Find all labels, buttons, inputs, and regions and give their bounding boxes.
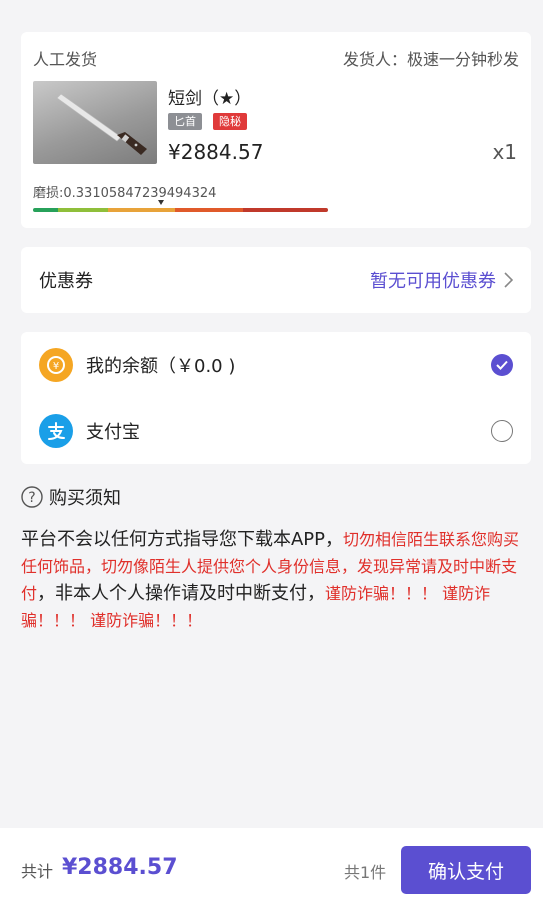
coupon-value[interactable]: 暂无可用优惠券 <box>370 267 513 293</box>
balance-radio-checked[interactable] <box>491 354 513 376</box>
notice-title-text: 购买须知 <box>49 488 121 509</box>
help-icon: ? <box>21 486 43 508</box>
total-value: ¥2884.57 <box>62 855 178 880</box>
item-tags: 匕首 隐秘 <box>168 113 247 130</box>
total-label: 共计 <box>21 862 54 881</box>
payment-methods: ¥ 我的余额（￥0.0 ) 支付宝 <box>21 332 531 464</box>
item-price: ¥2884.57 <box>168 140 264 164</box>
balance-icon: ¥ <box>39 348 73 382</box>
item-name: 短剑（★） <box>168 89 252 109</box>
seller-label: 发货人：极速一分钟秒发 <box>342 50 519 69</box>
coupon-value-text: 暂无可用优惠券 <box>370 271 496 292</box>
tag-rarity: 隐秘 <box>213 113 247 130</box>
balance-label: 我的余额（￥0.0 ) <box>86 356 236 377</box>
alipay-icon <box>39 414 73 448</box>
delivery-type: 人工发货 <box>33 50 98 69</box>
notice-body: 平台不会以任何方式指导您下载本APP，切勿相信陌生联系您购买任何饰品，切勿像陌生… <box>21 526 531 634</box>
tag-type: 匕首 <box>168 113 202 130</box>
item-header: 人工发货 发货人：极速一分钟秒发 <box>33 46 519 70</box>
coupon-label: 优惠券 <box>39 271 93 292</box>
item-count: 共1件 <box>344 863 387 882</box>
alipay-label: 支付宝 <box>86 422 140 443</box>
notice-text-2: ，非本人个人操作请及时中断支付， <box>37 583 326 604</box>
item-quantity: x1 <box>492 140 517 164</box>
svg-text:¥: ¥ <box>53 361 59 372</box>
payment-option-alipay[interactable]: 支付宝 <box>39 406 513 456</box>
checkout-footer: 共计 ¥2884.57 共1件 确认支付 <box>0 828 543 902</box>
notice-title: ? 购买须知 <box>21 484 121 510</box>
confirm-payment-button[interactable]: 确认支付 <box>401 846 531 894</box>
knife-icon <box>56 93 147 155</box>
coupon-row[interactable]: 优惠券 暂无可用优惠券 <box>21 247 531 313</box>
notice-text-1: 平台不会以任何方式指导您下载本APP， <box>21 529 344 550</box>
chevron-right-icon <box>504 272 513 288</box>
payment-option-balance[interactable]: ¥ 我的余额（￥0.0 ) <box>39 340 513 390</box>
svg-text:?: ? <box>28 490 35 506</box>
item-card: 人工发货 发货人：极速一分钟秒发 短剑（★） 匕首 隐秘 ¥2884.57 x1… <box>21 32 531 228</box>
wear-pointer <box>158 200 164 205</box>
item-image[interactable] <box>33 81 157 164</box>
wear-bar <box>33 208 328 212</box>
alipay-radio[interactable] <box>491 420 513 442</box>
wear-value: 磨损:0.33105847239494324 <box>33 186 217 201</box>
